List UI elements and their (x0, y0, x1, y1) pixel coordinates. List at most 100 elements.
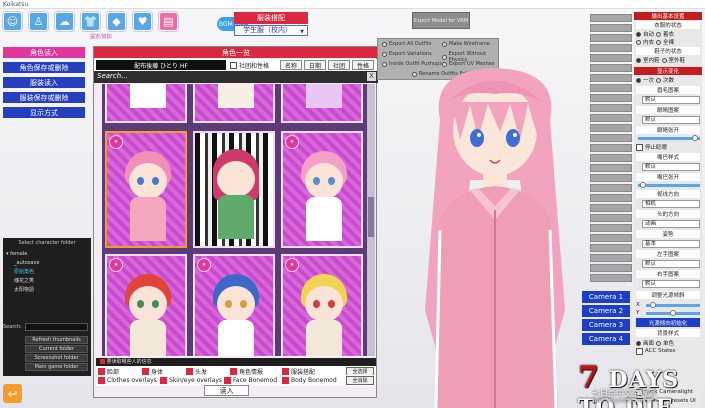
sort-personality-button[interactable]: 性格 (352, 60, 374, 70)
sort-name-button[interactable]: 名称 (280, 60, 302, 70)
export-opt[interactable]: Make Wireframe (442, 41, 490, 47)
list-item[interactable] (590, 244, 632, 252)
menu-character-load[interactable]: 角色读入 (3, 47, 85, 58)
list-item[interactable] (590, 184, 632, 192)
export-vrm-button[interactable]: Export Model for VRM (412, 12, 470, 29)
character-card[interactable] (105, 84, 187, 123)
folder-item[interactable]: ▾ female (6, 250, 39, 259)
camera-1-button[interactable]: Camera 1 (582, 291, 630, 303)
list-item[interactable] (590, 74, 632, 82)
list-item[interactable] (590, 264, 632, 272)
character-card[interactable]: ★ (105, 254, 187, 356)
character-card-selected[interactable]: ★ (105, 131, 187, 248)
sort-club-button[interactable]: 社团 (328, 60, 350, 70)
opt-bg-solid[interactable]: 单色 (663, 339, 674, 347)
gaze-dropdown[interactable]: 相机 (642, 200, 700, 208)
character-card[interactable] (193, 131, 275, 248)
checkbox-icon[interactable] (100, 359, 105, 364)
light-x-slider[interactable] (646, 302, 700, 308)
sort-date-button[interactable]: 日期 (304, 60, 326, 70)
camera-4-button[interactable]: Camera 4 (582, 333, 630, 345)
eye-dropdown[interactable]: 默认 (642, 116, 700, 124)
character-card[interactable]: ★ (193, 254, 275, 356)
eyebrow-dropdown[interactable]: 默认 (642, 96, 700, 104)
folder-item[interactable]: _autosave (6, 259, 39, 268)
blink-toggle[interactable]: 停止眨眼 (636, 143, 700, 151)
list-item[interactable] (590, 234, 632, 242)
folder-item[interactable]: 太阳物語 (6, 286, 39, 295)
list-item[interactable] (590, 144, 632, 152)
opt-underwear[interactable]: 内衣 (643, 38, 654, 46)
list-item[interactable] (590, 254, 632, 262)
opt-dressed[interactable]: 着衣 (663, 30, 674, 38)
opt-outdoor-shoes[interactable]: 室外鞋 (669, 56, 686, 64)
list-item[interactable] (590, 114, 632, 122)
menu-outfit-save[interactable]: 服装保存或删除 (3, 92, 85, 103)
body-icon[interactable]: ♙ (29, 12, 48, 31)
face-icon[interactable]: ☺ (3, 12, 22, 31)
hand-right-dropdown[interactable]: 默认 (642, 280, 700, 288)
coordinate-dropdown[interactable]: 学生服（校内） ▼ (234, 25, 308, 36)
mouth-dropdown[interactable]: 默认 (642, 163, 700, 171)
list-item[interactable] (590, 84, 632, 92)
menu-display-mode[interactable]: 显示方式 (3, 107, 85, 118)
head-dropdown[interactable]: 动画 (642, 220, 700, 228)
character-card[interactable] (193, 84, 275, 123)
menu-outfit-load[interactable]: 服装读入 (3, 77, 85, 88)
load-button[interactable]: 读入 (204, 385, 249, 396)
club-toggle[interactable]: 社团和性格 (230, 61, 269, 70)
grid-scroll-thumb[interactable] (368, 197, 374, 237)
back-arrow-icon[interactable]: ↩ (3, 384, 22, 403)
opt-repeat[interactable]: 次数 (663, 76, 674, 84)
close-icon[interactable]: X (367, 72, 376, 81)
pose-dropdown[interactable]: 基本 (642, 240, 700, 248)
list-item[interactable] (590, 104, 632, 112)
character-card[interactable]: ★ (281, 131, 363, 248)
export-opt[interactable]: Export Variations (382, 51, 432, 57)
camera-2-button[interactable]: Camera 2 (582, 305, 630, 317)
list-item[interactable] (590, 274, 632, 282)
list-item[interactable] (590, 194, 632, 202)
list-item[interactable] (590, 14, 632, 22)
folder-search-input[interactable] (25, 323, 88, 331)
folder-item[interactable]: 魂花之笑 (6, 277, 39, 286)
acc-states-toggle[interactable]: ACC States (636, 347, 700, 355)
hand-left-dropdown[interactable]: 默认 (642, 260, 700, 268)
opt-nude[interactable]: 全裸 (663, 38, 674, 46)
list-item[interactable] (590, 64, 632, 72)
screenshot-folder-button[interactable]: Screenshot folder (25, 354, 88, 362)
character-card[interactable]: ★ (281, 254, 363, 356)
opt-bg-image[interactable]: 画面 (643, 339, 654, 347)
accessory-icon[interactable]: ◆ (107, 12, 126, 31)
main-game-folder-button[interactable]: Main game folder (25, 363, 88, 371)
list-item[interactable] (590, 214, 632, 222)
light-y-slider[interactable] (646, 310, 700, 316)
search-input[interactable]: Search... (97, 72, 128, 80)
folder-item[interactable]: 原始角色 (6, 268, 39, 277)
clothes-icon[interactable]: 👕 (81, 12, 100, 31)
opt-auto[interactable]: 自动 (643, 30, 654, 38)
list-item[interactable] (590, 44, 632, 52)
list-item[interactable] (590, 174, 632, 182)
refresh-thumbnails-button[interactable]: Refresh thumbnails (25, 336, 88, 344)
camera-3-button[interactable]: Camera 3 (582, 319, 630, 331)
list-item[interactable] (590, 124, 632, 132)
opt-indoor-shoes[interactable]: 室内鞋 (643, 56, 660, 64)
list-item[interactable] (590, 204, 632, 212)
document-icon[interactable]: ▤ (159, 12, 178, 31)
list-item[interactable] (590, 34, 632, 42)
list-item[interactable] (590, 164, 632, 172)
export-opt[interactable]: Export All Outfits (382, 41, 432, 47)
deselect-all-button[interactable]: 全消除 (346, 376, 374, 385)
heart-icon[interactable]: ♥ (133, 12, 152, 31)
list-item[interactable] (590, 224, 632, 232)
light-reset-button[interactable]: 光源倾向初始化 (636, 318, 700, 327)
list-item[interactable] (590, 154, 632, 162)
character-card[interactable] (281, 84, 363, 123)
mouth-open-slider[interactable] (638, 182, 700, 188)
opt-body-bonemod[interactable]: Body Bonemod (282, 375, 337, 386)
hair-icon[interactable]: ☁ (55, 12, 74, 31)
opt-once[interactable]: 一次 (643, 76, 654, 84)
current-folder-button[interactable]: Current folder (25, 345, 88, 353)
list-item[interactable] (590, 24, 632, 32)
